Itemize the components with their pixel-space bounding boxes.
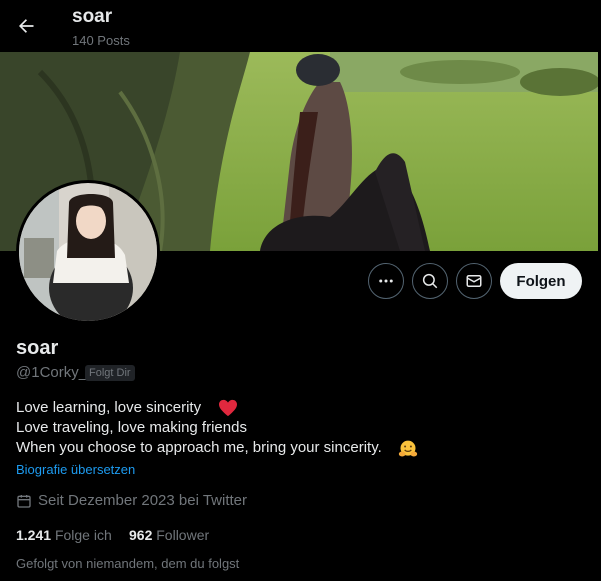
follows-you-badge: Folgt Dir	[85, 365, 135, 381]
followers-label: Follower	[156, 527, 210, 543]
followers-stat[interactable]: 962 Follower	[129, 527, 209, 543]
translate-bio-link[interactable]: Biografie übersetzen	[16, 462, 135, 477]
search-icon	[422, 273, 438, 289]
following-count: 1.241	[16, 527, 52, 543]
more-dots-icon	[379, 279, 393, 283]
bio-line-1: Love learning, love sincerity	[16, 399, 202, 416]
message-button[interactable]	[456, 263, 492, 299]
arrow-left-icon	[19, 19, 34, 33]
joined-date: Seit Dezember 2023 bei Twitter	[16, 492, 247, 509]
search-button[interactable]	[412, 263, 448, 299]
following-label: Folge ich	[54, 527, 112, 543]
avatar-image	[19, 183, 157, 321]
bio-line-2: Love traveling, love making friends	[16, 419, 247, 436]
following-stat[interactable]: 1.241 Folge ich	[16, 527, 112, 543]
back-button[interactable]	[10, 10, 42, 42]
profile-avatar[interactable]	[16, 180, 160, 324]
hugging-face-emoji	[398, 439, 418, 464]
followers-count: 962	[129, 527, 153, 543]
top-bar: soar 140 Posts	[0, 0, 601, 52]
bio-line-3: When you choose to approach me, bring yo…	[16, 439, 382, 456]
profile-name: soar	[16, 337, 59, 359]
followed-by-note: Gefolgt von niemandem, dem du folgst	[16, 556, 240, 571]
more-button[interactable]	[368, 263, 404, 299]
joined-text: Seit Dezember 2023 bei Twitter	[38, 492, 247, 509]
calendar-icon	[17, 494, 31, 508]
follow-button[interactable]: Folgen	[500, 263, 582, 299]
header-title: soar	[72, 6, 113, 27]
envelope-icon	[466, 275, 482, 287]
profile-handle: @1Corky_	[16, 364, 88, 381]
post-count: 140 Posts	[72, 33, 130, 48]
